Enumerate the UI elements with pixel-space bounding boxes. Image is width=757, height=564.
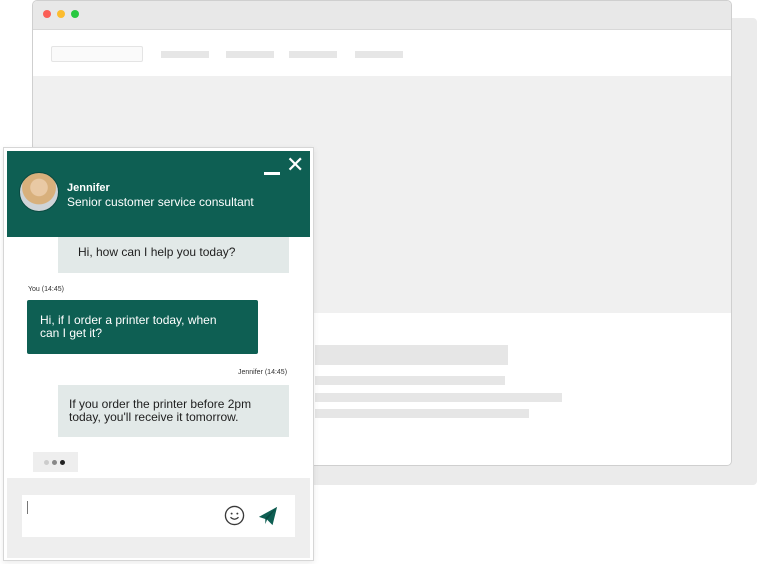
smiley-icon[interactable] bbox=[224, 505, 245, 526]
message-text: If you order the printer before 2pm toda… bbox=[69, 397, 252, 424]
mock-text-line bbox=[315, 376, 505, 385]
chat-composer bbox=[7, 478, 310, 558]
mock-logo-placeholder bbox=[51, 46, 143, 62]
minimize-icon[interactable] bbox=[263, 157, 281, 175]
chat-header: Jennifer Senior customer service consult… bbox=[7, 151, 310, 237]
message-text: Hi, how can I help you today? bbox=[78, 245, 236, 259]
window-minimize-dot[interactable] bbox=[57, 10, 65, 18]
browser-titlebar bbox=[33, 1, 731, 30]
mock-site-nav bbox=[33, 30, 731, 76]
agent-message: If you order the printer before 2pm toda… bbox=[58, 385, 289, 437]
window-maximize-dot[interactable] bbox=[71, 10, 79, 18]
mock-nav-item bbox=[355, 51, 403, 58]
message-input[interactable] bbox=[22, 495, 295, 537]
mock-nav-item bbox=[226, 51, 274, 58]
agent-message: Hi, how can I help you today? bbox=[58, 237, 289, 273]
agent-name: Jennifer bbox=[67, 182, 110, 194]
text-caret bbox=[27, 501, 28, 514]
typing-dot bbox=[44, 460, 49, 465]
window-close-dot[interactable] bbox=[43, 10, 51, 18]
user-message: Hi, if I order a printer today, when can… bbox=[27, 300, 258, 354]
mock-text-line bbox=[315, 409, 529, 418]
typing-dot bbox=[52, 460, 57, 465]
close-icon[interactable]: ✕ bbox=[286, 154, 304, 176]
message-text: Hi, if I order a printer today, when can… bbox=[40, 313, 217, 340]
message-meta: You (14:45) bbox=[28, 286, 64, 293]
paper-plane-icon[interactable] bbox=[257, 506, 279, 526]
mock-nav-item bbox=[161, 51, 209, 58]
message-meta: Jennifer (14:45) bbox=[238, 369, 288, 376]
mock-nav-item bbox=[289, 51, 337, 58]
typing-dot bbox=[60, 460, 65, 465]
agent-role: Senior customer service consultant bbox=[67, 195, 254, 209]
typing-indicator bbox=[33, 452, 78, 472]
mock-text-line bbox=[315, 393, 562, 402]
mock-heading-placeholder bbox=[315, 345, 508, 365]
chat-widget: Jennifer Senior customer service consult… bbox=[3, 147, 314, 561]
agent-avatar bbox=[19, 172, 59, 212]
